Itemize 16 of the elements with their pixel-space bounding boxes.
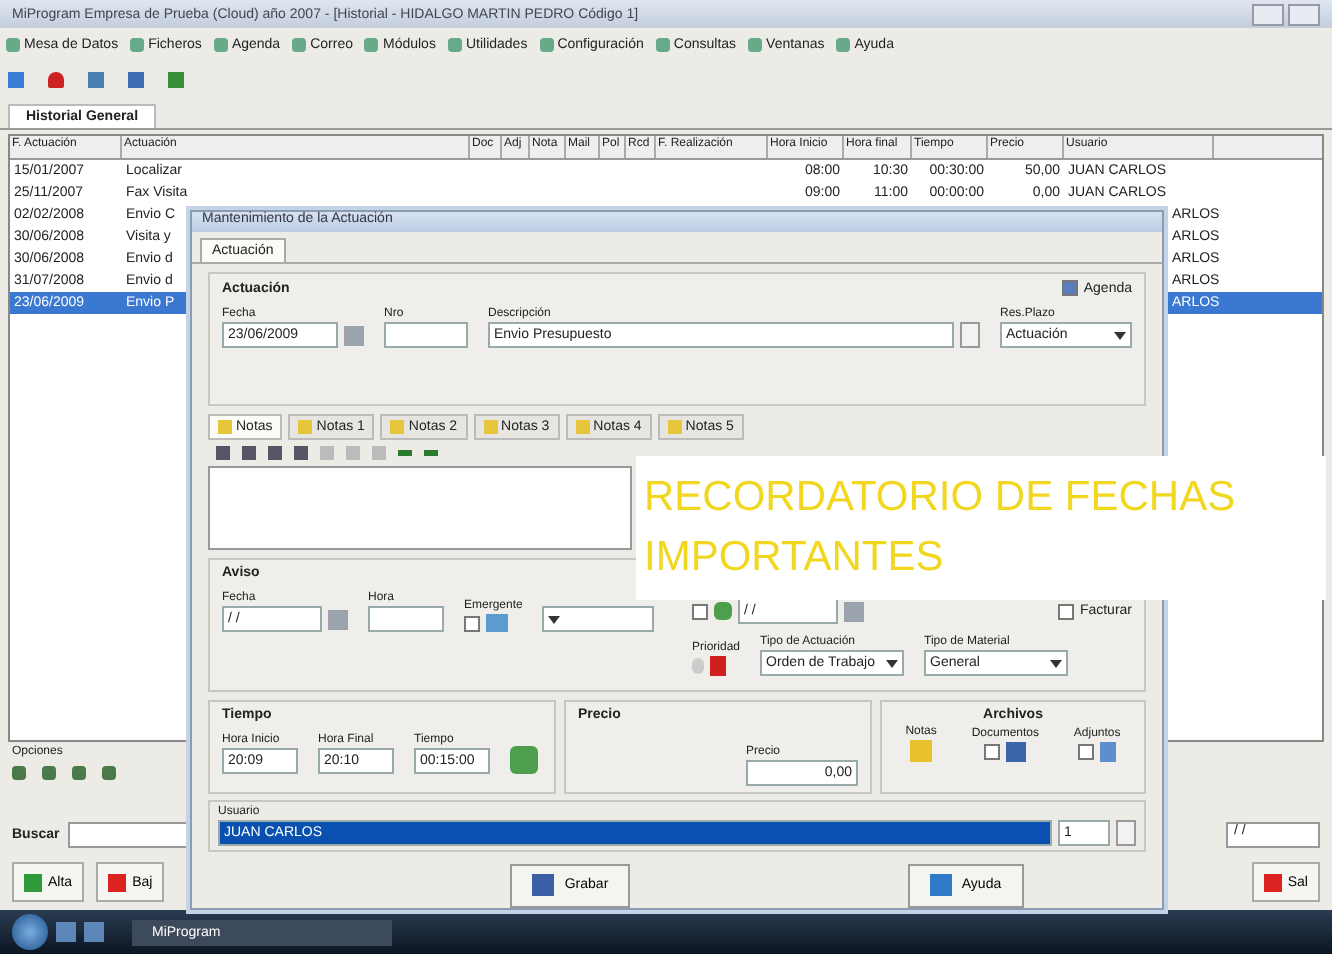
- start-button[interactable]: [12, 914, 48, 950]
- checkbox[interactable]: [692, 603, 708, 620]
- time-field[interactable]: [368, 606, 444, 633]
- caret-icon: [886, 659, 899, 668]
- caret-icon: [548, 615, 561, 624]
- checkbox[interactable]: [464, 615, 480, 632]
- checkbox[interactable]: [1078, 743, 1095, 760]
- notes-text-area[interactable]: [208, 466, 632, 551]
- number-field[interactable]: [384, 322, 468, 349]
- checkbox[interactable]: [984, 743, 1001, 760]
- dropdown[interactable]: [542, 606, 655, 633]
- caption-text: IMPORTANTES: [644, 532, 946, 584]
- caret-icon: [1114, 331, 1126, 340]
- caret-icon: [1050, 659, 1063, 668]
- caption-text: RECORDATORIO DE FECHAS: [644, 472, 1238, 524]
- search-field[interactable]: [67, 821, 192, 847]
